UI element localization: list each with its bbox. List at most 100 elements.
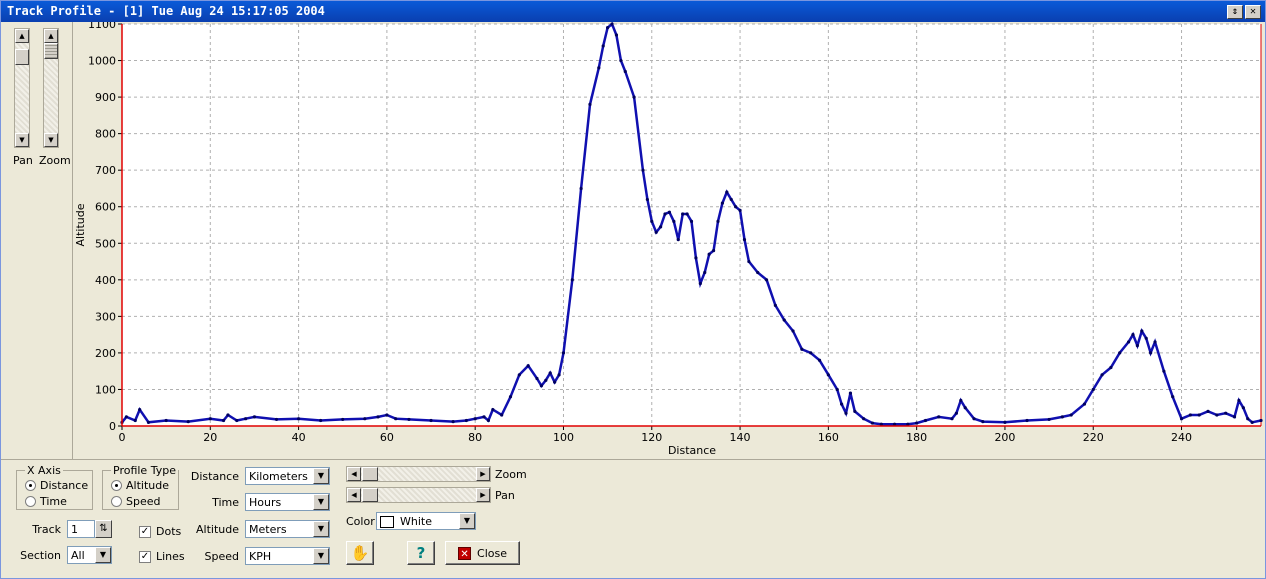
data-point [853, 409, 857, 413]
chevron-down-icon[interactable]: ▼ [459, 513, 475, 529]
xaxis-distance-radio[interactable]: Distance [25, 479, 88, 492]
x-tick-label: 160 [818, 431, 839, 444]
pan-scrollbar[interactable]: ▲ ▼ [14, 28, 30, 148]
profile-type-group-title: Profile Type [111, 464, 178, 477]
scroll-down-icon[interactable]: ▼ [44, 133, 58, 147]
data-point [535, 376, 539, 381]
profile-speed-radio[interactable]: Speed [111, 495, 160, 508]
data-point [791, 329, 795, 333]
data-point [963, 406, 967, 410]
data-point [685, 212, 689, 216]
scroll-up-icon[interactable]: ▲ [44, 29, 58, 43]
data-point [764, 278, 769, 282]
zoom-scroll-thumb[interactable] [44, 43, 58, 59]
chevron-down-icon[interactable]: ▼ [313, 548, 329, 564]
data-point [954, 411, 958, 415]
color-select[interactable]: White ▼ [376, 512, 476, 530]
zoom-scrollbar[interactable]: ▲ ▼ [43, 28, 59, 148]
close-icon[interactable]: ✕ [1245, 5, 1261, 19]
radio-unselected-icon [25, 496, 36, 507]
altitude-unit-select[interactable]: Meters ▼ [245, 520, 330, 538]
hand-button[interactable]: ✋ [346, 541, 374, 565]
scroll-left-icon[interactable]: ◀ [347, 488, 361, 502]
data-point [937, 415, 941, 419]
x-ticks: 0 20 40 60 80 100 120 140 160 180 200 220 240 [119, 426, 1192, 444]
data-point [747, 259, 751, 264]
distance-unit-select[interactable]: Kilometers ▼ [245, 467, 330, 485]
pan-hscroll-label: Pan [495, 489, 515, 502]
data-point [517, 373, 521, 377]
chevron-down-icon[interactable]: ▼ [313, 494, 329, 510]
data-point [734, 205, 738, 209]
close-button[interactable]: ✕ Close [445, 541, 520, 565]
data-point [1109, 365, 1113, 370]
data-point [1232, 415, 1237, 419]
data-point [186, 420, 190, 424]
xaxis-time-radio[interactable]: Time [25, 495, 67, 508]
data-point [703, 270, 707, 275]
data-point [1215, 413, 1219, 417]
track-spinner-icon[interactable]: ⇅ [95, 520, 112, 538]
data-point [667, 210, 672, 214]
scroll-down-icon[interactable]: ▼ [15, 133, 29, 147]
data-point [716, 219, 720, 223]
pan-scroll-thumb[interactable] [15, 49, 29, 65]
window-title: Track Profile - [1] Tue Aug 24 15:17:05 … [7, 4, 325, 18]
data-point [252, 415, 257, 419]
data-point [681, 212, 685, 216]
chevron-down-icon[interactable]: ▼ [95, 547, 111, 563]
data-point [610, 22, 614, 26]
scroll-left-icon[interactable]: ◀ [347, 467, 361, 481]
altitude-unit-value: Meters [249, 523, 287, 536]
scroll-right-icon[interactable]: ▶ [476, 488, 490, 502]
data-point [486, 418, 491, 423]
data-point [1188, 413, 1192, 417]
chevron-down-icon[interactable]: ▼ [313, 521, 329, 537]
scroll-right-icon[interactable]: ▶ [476, 467, 490, 481]
data-point [208, 417, 212, 421]
zoom-hscrollbar[interactable]: ◀ ▶ [346, 466, 491, 482]
restore-icon[interactable]: ⇕ [1227, 5, 1243, 19]
dots-checkbox[interactable]: ✓ Dots [139, 525, 181, 538]
scroll-up-icon[interactable]: ▲ [15, 29, 29, 43]
data-point [809, 351, 813, 355]
data-point [164, 418, 168, 423]
radio-selected-icon [111, 480, 122, 491]
pan-hscroll-thumb[interactable] [362, 488, 378, 502]
data-point [773, 303, 777, 307]
close-x-icon: ✕ [458, 546, 472, 560]
help-button[interactable]: ? [407, 541, 435, 565]
data-point [451, 420, 455, 424]
pan-hscrollbar[interactable]: ◀ ▶ [346, 487, 491, 503]
x-tick-label: 0 [119, 431, 126, 444]
data-point [729, 197, 733, 202]
data-point [972, 417, 976, 421]
x-tick-label: 200 [994, 431, 1015, 444]
time-unit-select[interactable]: Hours ▼ [245, 493, 330, 511]
x-tick-label: 80 [468, 431, 482, 444]
data-point [429, 418, 433, 423]
speed-unit-select[interactable]: KPH ▼ [245, 547, 330, 565]
data-point [557, 373, 561, 377]
data-point [1259, 418, 1263, 423]
profile-altitude-radio[interactable]: Altitude [111, 479, 169, 492]
data-point [711, 248, 716, 253]
data-point [641, 168, 645, 172]
checkmark-icon: ✓ [139, 525, 151, 538]
data-point [959, 398, 963, 403]
section-select[interactable]: All ▼ [67, 546, 112, 564]
data-point [645, 197, 649, 202]
xaxis-group-title: X Axis [25, 464, 63, 477]
data-point [1162, 369, 1166, 373]
data-point [738, 208, 742, 212]
chevron-down-icon[interactable]: ▼ [313, 468, 329, 484]
x-tick-label: 60 [380, 431, 394, 444]
data-point [619, 58, 623, 63]
zoom-hscroll-thumb[interactable] [362, 467, 378, 481]
pan-label: Pan [13, 154, 33, 167]
question-mark-icon: ? [416, 544, 426, 562]
data-point [1144, 336, 1148, 340]
track-input[interactable]: 1 [67, 520, 95, 538]
data-point [1140, 329, 1144, 333]
lines-checkbox[interactable]: ✓ Lines [139, 550, 185, 563]
